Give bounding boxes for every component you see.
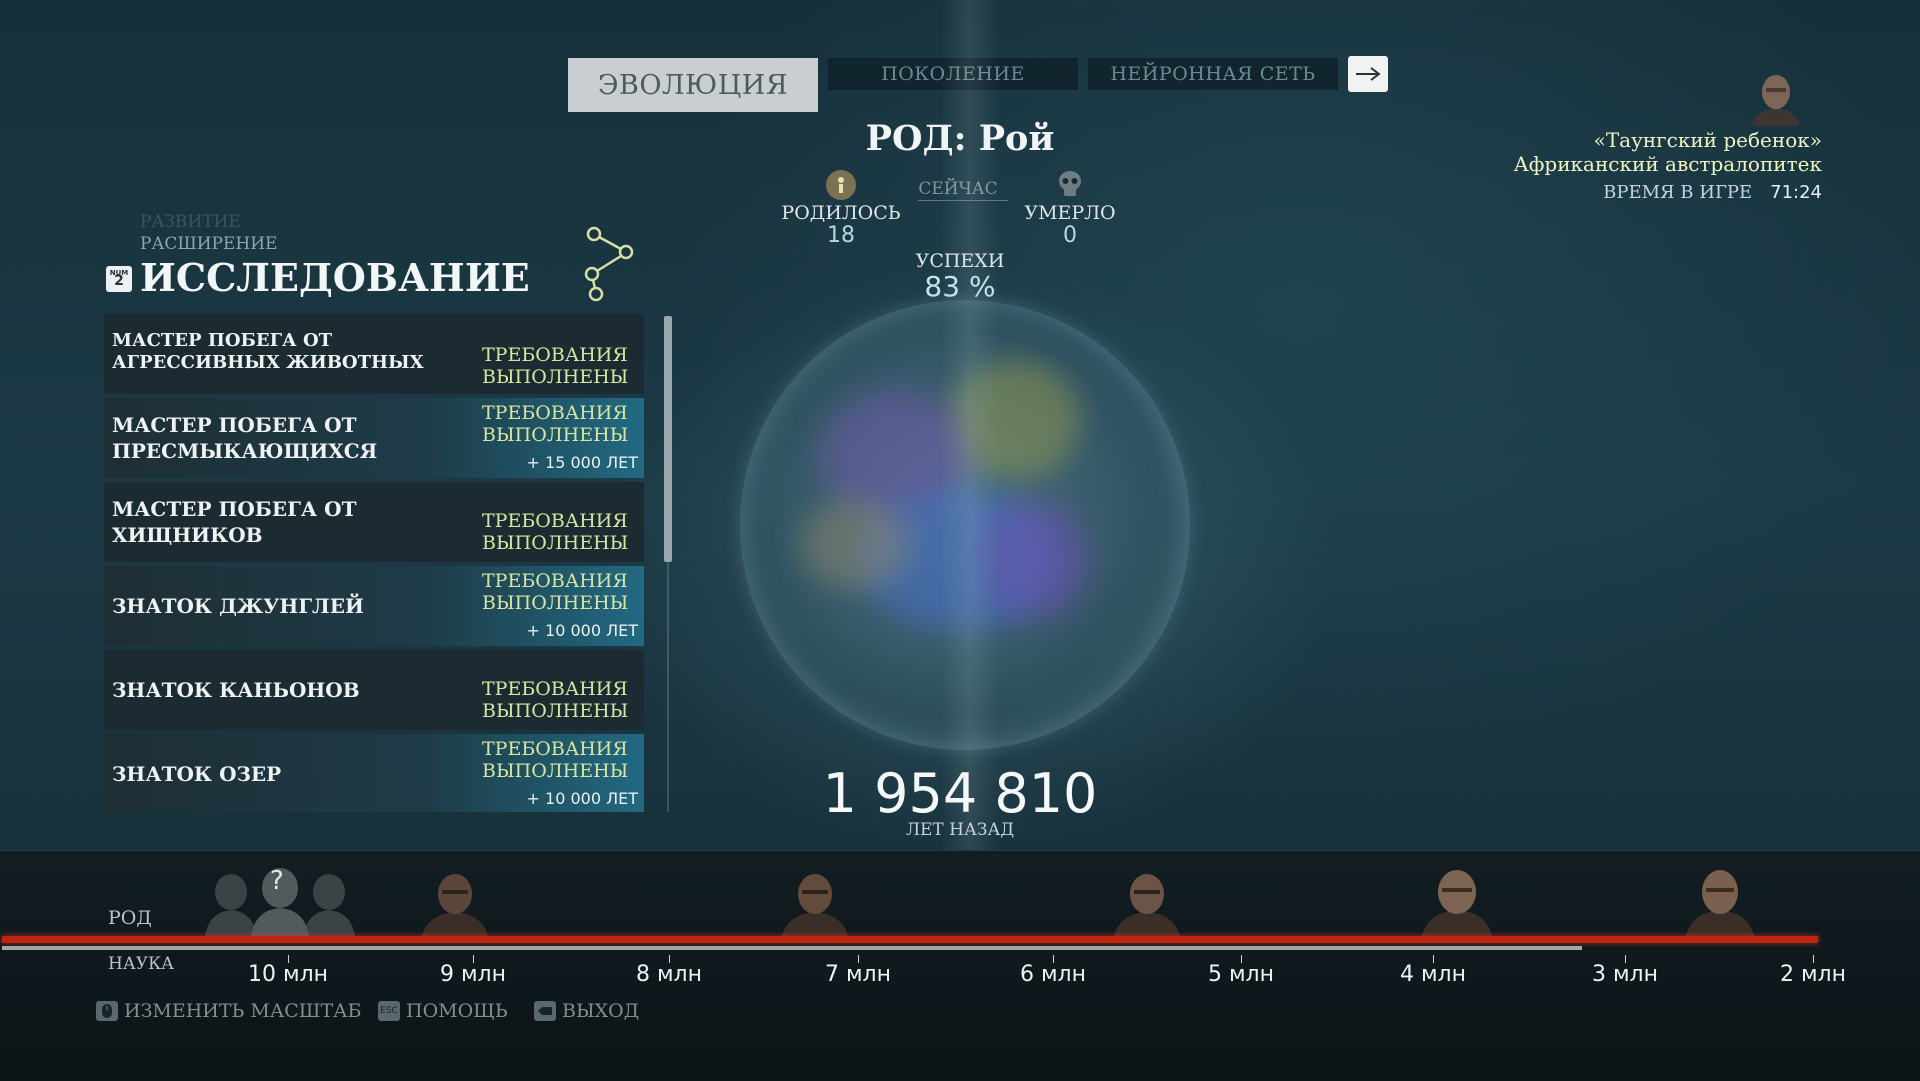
exit-hint-label: ВЫХОД [562, 1000, 640, 1022]
character-name: «Таунгский ребенок» [1593, 128, 1822, 152]
item-name: ЗНАТОК ДЖУНГЛЕЙ [112, 594, 364, 618]
unknown-ancestor-icon[interactable]: ? [205, 866, 355, 936]
timeline-science-label: НАУКА [108, 954, 175, 974]
genus-timeline-bar [2, 936, 1818, 943]
unknown-mark: ? [270, 866, 284, 896]
timeline-marker: 2 млн [1779, 962, 1847, 987]
item-name: МАСТЕР ПОБЕГА ОТ ПРЕСМЫКАЮЩИХСЯ [112, 413, 378, 463]
ingame-time-label: ВРЕМЯ В ИГРЕ [1603, 182, 1753, 203]
timeline-marker: 7 млн [824, 962, 892, 987]
item-name: МАСТЕР ПОБЕГА ОТ АГРЕССИВНЫХ ЖИВОТНЫХ [112, 330, 424, 373]
years-ago-value: 1 954 810 [822, 762, 1098, 825]
item-requirements: ТРЕБОВАНИЯ ВЫПОЛНЕНЫ [482, 678, 629, 722]
ancestor-portrait-1[interactable] [420, 866, 490, 936]
list-item[interactable]: МАСТЕР ПОБЕГА ОТ ПРЕСМЫКАЮЩИХСЯ ТРЕБОВАН… [104, 398, 644, 478]
item-requirements: ТРЕБОВАНИЯ ВЫПОЛНЕНЫ [482, 344, 629, 388]
timeline-genus-label: РОД [108, 907, 152, 929]
num2-key-icon: NUM 2 [106, 266, 132, 292]
science-timeline-bar [2, 946, 1582, 950]
timeline-marker: 6 млн [1019, 962, 1087, 987]
ancestor-portrait-2[interactable] [780, 866, 850, 936]
died-label: УМЕРЛО [1024, 202, 1116, 224]
backspace-key-icon [534, 1001, 556, 1021]
ingame-time-value: 71:24 [1770, 182, 1822, 203]
zoom-hint[interactable]: ИЗМЕНИТЬ МАСШТАБ [96, 1000, 361, 1022]
item-requirements: ТРЕБОВАНИЯ ВЫПОЛНЕНЫ [482, 570, 629, 614]
item-name: ЗНАТОК ОЗЕР [112, 762, 282, 786]
section-title: ИССЛЕДОВАНИЕ [140, 255, 530, 300]
list-item[interactable]: ЗНАТОК ОЗЕР ТРЕБОВАНИЯ ВЫПОЛНЕНЫ + 10 00… [104, 734, 644, 812]
timeline-marker: 4 млн [1399, 962, 1467, 987]
ancestor-portrait-4[interactable] [1420, 862, 1494, 936]
esc-key-icon: ESC [378, 1001, 400, 1021]
tab-evolution[interactable]: ЭВОЛЮЦИЯ [568, 58, 818, 112]
exit-hint[interactable]: ВЫХОД [534, 1000, 639, 1022]
item-years: + 15 000 ЛЕТ [526, 453, 638, 472]
help-hint-label: ПОМОЩЬ [406, 1000, 508, 1022]
help-hint[interactable]: ESC ПОМОЩЬ [378, 1000, 508, 1022]
character-species: Африканский австралопитек [1513, 152, 1822, 176]
sphere-beam [940, 0, 1000, 850]
tab-development[interactable]: РАЗВИТИЕ [140, 212, 241, 232]
research-list: МАСТЕР ПОБЕГА ОТ АГРЕССИВНЫХ ЖИВОТНЫХ ТР… [104, 314, 644, 812]
item-requirements: ТРЕБОВАНИЯ ВЫПОЛНЕНЫ [482, 402, 629, 446]
next-tab-button[interactable] [1348, 56, 1388, 92]
timeline-marker: 10 млн [247, 962, 329, 987]
born-icon [826, 170, 856, 200]
skill-tree-icon[interactable] [574, 224, 638, 304]
zoom-hint-label: ИЗМЕНИТЬ МАСШТАБ [124, 1000, 362, 1022]
tab-neural-network[interactable]: НЕЙРОННАЯ СЕТЬ [1088, 58, 1338, 90]
born-label: РОДИЛОСЬ [781, 202, 901, 224]
list-scrollbar[interactable] [664, 316, 672, 562]
skull-icon [1054, 168, 1086, 200]
item-name: ЗНАТОК КАНЬОНОВ [112, 678, 360, 702]
years-ago-label: ЛЕТ НАЗАД [905, 820, 1015, 840]
ancestor-portrait-3[interactable] [1112, 866, 1182, 936]
arrow-right-icon [1356, 67, 1381, 81]
list-item[interactable]: МАСТЕР ПОБЕГА ОТ АГРЕССИВНЫХ ЖИВОТНЫХ ТР… [104, 314, 644, 394]
item-years: + 10 000 ЛЕТ [526, 789, 638, 808]
item-years: + 10 000 ЛЕТ [526, 621, 638, 640]
died-value: 0 [1063, 223, 1077, 248]
tab-expansion[interactable]: РАСШИРЕНИЕ [140, 234, 277, 254]
born-value: 18 [827, 223, 855, 248]
timeline-marker: 3 млн [1591, 962, 1659, 987]
timeline-marker: 5 млн [1207, 962, 1275, 987]
ancestor-portrait-5[interactable] [1684, 862, 1756, 936]
character-avatar [1748, 68, 1804, 126]
ingame-time: ВРЕМЯ В ИГРЕ 71:24 [1603, 182, 1822, 203]
timeline-marker: 8 млн [635, 962, 703, 987]
item-requirements: ТРЕБОВАНИЯ ВЫПОЛНЕНЫ [482, 738, 629, 782]
item-requirements: ТРЕБОВАНИЯ ВЫПОЛНЕНЫ [482, 510, 629, 554]
item-name: МАСТЕР ПОБЕГА ОТ ХИЩНИКОВ [112, 497, 357, 547]
list-item[interactable]: ЗНАТОК ДЖУНГЛЕЙ ТРЕБОВАНИЯ ВЫПОЛНЕНЫ + 1… [104, 566, 644, 646]
timeline-marker: 9 млн [439, 962, 507, 987]
list-item[interactable]: ЗНАТОК КАНЬОНОВ ТРЕБОВАНИЯ ВЫПОЛНЕНЫ [104, 650, 644, 730]
mouse-icon [96, 1001, 118, 1021]
list-item[interactable]: МАСТЕР ПОБЕГА ОТ ХИЩНИКОВ ТРЕБОВАНИЯ ВЫП… [104, 482, 644, 562]
